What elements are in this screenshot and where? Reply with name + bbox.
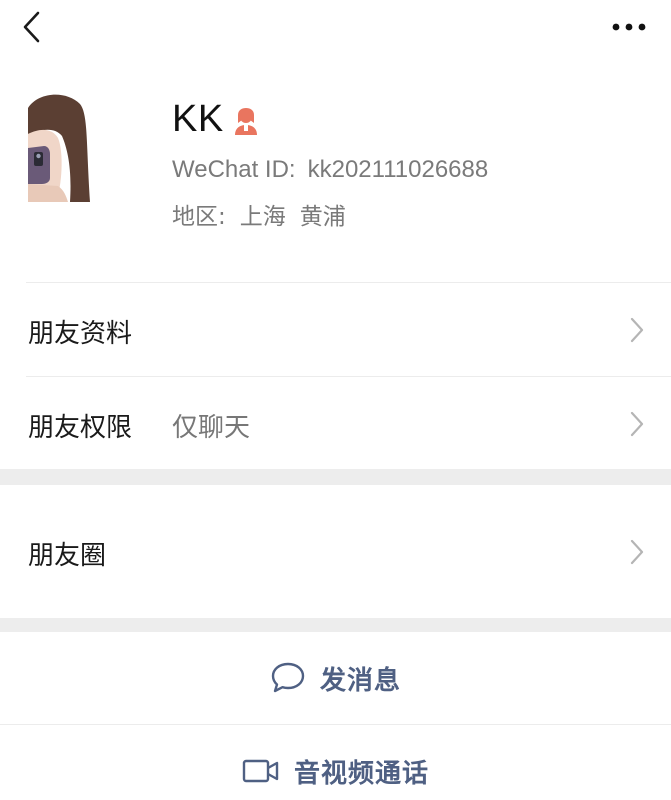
chevron-right-icon: [630, 317, 644, 343]
video-camera-icon: [242, 759, 279, 783]
name-row: KK: [172, 98, 260, 141]
row-friend-info[interactable]: 朋友资料: [0, 283, 671, 376]
avatar[interactable]: [28, 90, 90, 202]
chevron-right-icon: [630, 539, 644, 565]
person-female-icon: [234, 107, 257, 135]
section-gap: [0, 618, 671, 632]
region-label: 地区:: [172, 204, 226, 230]
send-message-button[interactable]: 发消息: [0, 632, 671, 724]
wechat-id-label: WeChat ID:: [172, 156, 296, 183]
row-permissions-value: 仅聊天: [172, 413, 251, 443]
row-moments-label: 朋友圈: [28, 541, 107, 571]
video-call-label: 音视频通话: [293, 758, 429, 789]
row-moments[interactable]: 朋友圈: [0, 485, 671, 618]
region-district: 黄浦: [299, 204, 346, 230]
region: 地区: 上海 黄浦: [172, 197, 346, 231]
row-permissions[interactable]: 朋友权限 仅聊天: [0, 377, 671, 469]
more-button[interactable]: [611, 18, 647, 36]
video-call-button[interactable]: 音视频通话: [0, 725, 671, 800]
chevron-left-icon: [23, 11, 40, 43]
chat-bubble-icon: [271, 662, 305, 693]
section-gap: [0, 469, 671, 485]
wechat-id: WeChat ID: kk202111026688: [172, 156, 488, 184]
profile-header: KK WeChat ID: kk202111026688 地区: 上海 黄浦: [0, 60, 671, 280]
row-friend-info-label: 朋友资料: [28, 319, 133, 349]
back-button[interactable]: [18, 10, 48, 44]
send-message-label: 发消息: [319, 665, 401, 696]
top-bar: [0, 0, 671, 56]
profile-name: KK: [172, 98, 224, 140]
region-city: 上海: [239, 204, 286, 230]
wechat-id-value: kk202111026688: [307, 156, 489, 183]
row-permissions-label: 朋友权限: [28, 413, 133, 443]
chevron-right-icon: [630, 411, 644, 437]
ellipsis-icon: [612, 23, 646, 31]
